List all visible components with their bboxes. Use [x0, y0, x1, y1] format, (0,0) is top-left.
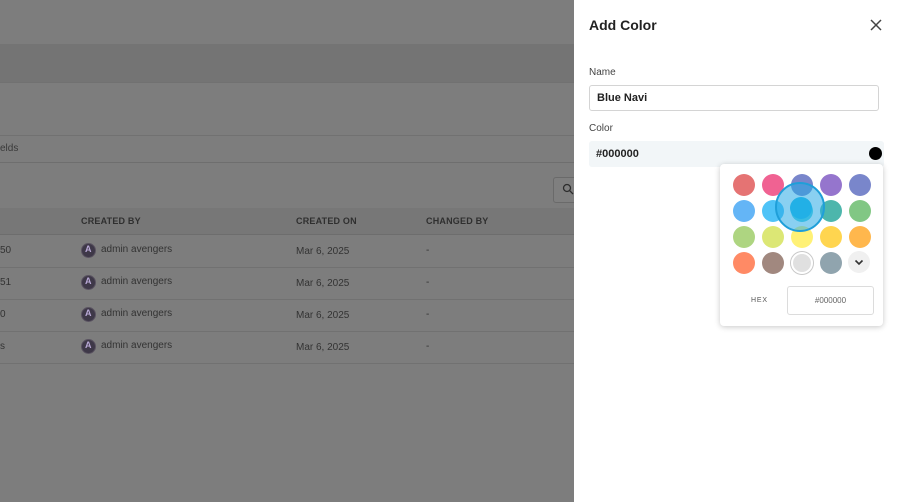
- changed-by-cell: -: [426, 309, 430, 320]
- hex-input[interactable]: [787, 286, 874, 315]
- avatar: A: [81, 339, 96, 354]
- tab-fields[interactable]: elds: [0, 143, 18, 154]
- background-toolbar: [0, 44, 574, 82]
- name-input[interactable]: [589, 85, 879, 111]
- search-icon: [562, 183, 574, 195]
- row-lead-cell: s: [0, 341, 5, 352]
- color-swatch-option[interactable]: [820, 226, 842, 248]
- background-page: elds CREATED BY CREATED ON CHANGED BY 50…: [0, 0, 585, 502]
- close-button[interactable]: [866, 15, 886, 35]
- row-lead-cell: 0: [0, 309, 6, 320]
- avatar: A: [81, 307, 96, 322]
- column-header-changed-by[interactable]: CHANGED BY: [426, 216, 489, 226]
- drawer-title: Add Color: [589, 17, 657, 33]
- background-header: [0, 82, 574, 136]
- created-on-cell: Mar 6, 2025: [296, 310, 350, 321]
- created-by-cell: admin avengers: [101, 276, 173, 287]
- column-header-created-by[interactable]: CREATED BY: [81, 216, 141, 226]
- changed-by-cell: -: [426, 341, 430, 352]
- color-label: Color: [589, 123, 613, 134]
- hex-label: HEX: [751, 297, 768, 304]
- created-by-cell: admin avengers: [101, 244, 173, 255]
- created-by-cell: admin avengers: [101, 340, 173, 351]
- tab-divider: [0, 162, 574, 163]
- color-swatch-option[interactable]: [849, 226, 871, 248]
- created-on-cell: Mar 6, 2025: [296, 342, 350, 353]
- color-swatch-option[interactable]: [849, 200, 871, 222]
- color-swatch-option[interactable]: [733, 200, 755, 222]
- created-on-cell: Mar 6, 2025: [296, 246, 350, 257]
- avatar: A: [81, 243, 96, 258]
- more-colors-button[interactable]: [848, 251, 870, 273]
- changed-by-cell: -: [426, 277, 430, 288]
- color-swatch-option[interactable]: [762, 226, 784, 248]
- avatar: A: [81, 275, 96, 290]
- changed-by-cell: -: [426, 245, 430, 256]
- created-on-cell: Mar 6, 2025: [296, 278, 350, 289]
- name-label: Name: [589, 67, 616, 78]
- color-swatch-option[interactable]: [733, 252, 755, 274]
- color-swatch-option[interactable]: [733, 226, 755, 248]
- color-swatch[interactable]: [869, 147, 882, 160]
- close-icon: [870, 19, 882, 31]
- color-swatch-option[interactable]: [849, 174, 871, 196]
- color-swatch-option[interactable]: [791, 252, 813, 274]
- created-by-cell: admin avengers: [101, 308, 173, 319]
- row-lead-cell: 51: [0, 277, 12, 288]
- click-indicator-core: [790, 197, 812, 219]
- color-swatch-option[interactable]: [762, 252, 784, 274]
- color-swatch-option[interactable]: [820, 252, 842, 274]
- row-lead-cell: 50: [0, 245, 12, 256]
- chevron-down-icon: [854, 259, 864, 266]
- column-header-created-on[interactable]: CREATED ON: [296, 216, 357, 226]
- color-value: #000000: [596, 148, 639, 160]
- color-swatch-option[interactable]: [820, 174, 842, 196]
- color-swatch-option[interactable]: [733, 174, 755, 196]
